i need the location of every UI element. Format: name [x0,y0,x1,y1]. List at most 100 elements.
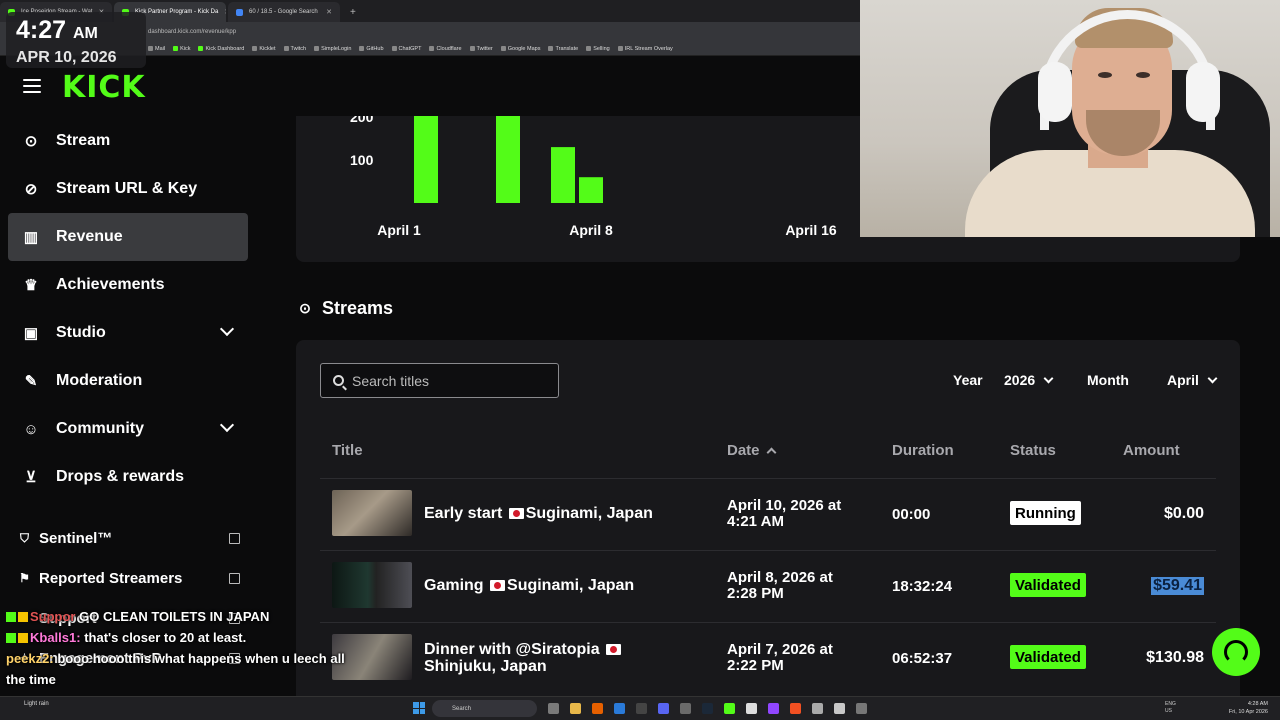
people-icon: ☺ [23,420,39,438]
month-value: April [1167,372,1199,388]
stream-clock-overlay: 4:27 AM APR 10, 2026 [6,12,146,68]
sidebar-item-stream-url-key[interactable]: ⊘ Stream URL & Key [8,165,248,213]
taskbar-clock[interactable]: 4:28 AM Fri, 10 Apr 2026 [1229,700,1268,716]
calculator-icon[interactable] [834,703,845,714]
settings-icon[interactable] [856,703,867,714]
y-tick-label: 100 [350,152,374,168]
sidebar-link-sentinel[interactable]: ⛉ Sentinel™ [18,525,248,551]
sidebar-item-drops-rewards[interactable]: ⊻ Drops & rewards [8,453,248,501]
bookmark[interactable]: Kick Dashboard [198,46,244,52]
stream-date: April 10, 2026 at 4:21 AM [727,497,842,530]
language-indicator[interactable]: ENG US [1165,701,1176,715]
hamburger-menu-icon[interactable] [23,79,41,93]
stream-title[interactable]: Gaming Suginami, Japan [424,577,634,594]
sidebar-item-label: Stream URL & Key [56,180,198,197]
stream-date: April 8, 2026 at 2:28 PM [727,569,833,602]
app-icon[interactable] [790,703,801,714]
bookmark[interactable]: Kick [173,46,190,52]
steam-icon[interactable] [702,703,713,714]
chevron-down-icon[interactable] [219,321,235,337]
bookmark[interactable]: Google Maps [500,46,540,52]
sidebar-item-community[interactable]: ☺ Community [8,405,248,453]
status-badge: Running [1010,501,1081,525]
month-filter-select[interactable]: April [1167,372,1218,388]
stream-thumbnail[interactable] [332,562,412,608]
close-icon[interactable]: ✕ [224,8,226,16]
sidebar-item-moderation[interactable]: ✎ Moderation [8,357,248,405]
weather-widget[interactable]: Light rain [24,701,49,708]
stream-amount-selected: $59.41 [1151,577,1204,595]
bookmark[interactable]: SimpleLogin [314,46,351,52]
sidebar-item-studio[interactable]: ▣ Studio [8,309,248,357]
y-tick-label: 200 [350,116,374,125]
bookmark[interactable]: Mail [148,46,165,52]
bookmark[interactable]: Selling [586,46,610,52]
firefox-icon[interactable] [592,703,603,714]
chart-bar[interactable] [551,147,575,203]
task-view-icon[interactable] [548,703,559,714]
bookmark[interactable]: Kicklet [252,46,276,52]
terminal-icon[interactable] [636,703,647,714]
stream-title[interactable]: Dinner with @Siratopia Shinjuku, Japan [424,641,623,675]
close-icon[interactable]: ✕ [326,8,332,16]
sidebar-item-revenue[interactable]: ▥ Revenue [8,213,248,261]
column-header-duration[interactable]: Duration [892,442,954,459]
chevron-down-icon[interactable] [219,417,235,433]
kick-logo[interactable]: KICK [62,70,146,105]
sidebar-item-label: Drops & rewards [56,468,185,485]
bookmark[interactable]: GitHub [359,46,384,52]
table-row[interactable]: Gaming Suginami, Japan April 8, 2026 at 2… [296,552,1240,624]
sidebar-link-reported-streamers[interactable]: ⚑ Reported Streamers [18,565,248,591]
support-chat-button[interactable] [1212,628,1260,676]
webcam-overlay [860,0,1280,237]
discord-icon[interactable] [658,703,669,714]
clock-time: 4:27 [16,16,67,44]
kick-app-icon[interactable] [724,703,735,714]
notepad-icon[interactable] [812,703,823,714]
table-row[interactable]: Early start Suginami, Japan April 10, 20… [296,480,1240,552]
column-header-date[interactable]: Date [727,442,776,459]
table-row[interactable]: Dinner with @Siratopia Shinjuku, Japan A… [296,624,1240,696]
column-header-amount[interactable]: Amount [1123,442,1180,459]
stream-title[interactable]: Early start Suginami, Japan [424,505,653,522]
new-tab-button[interactable]: + [342,2,364,22]
chart-bar[interactable] [496,116,520,203]
chat-text: that's closer to 20 at least. [84,630,247,645]
bookmark[interactable]: Twitch [283,46,306,52]
sidebar-item-achievements[interactable]: ♛ Achievements [8,261,248,309]
stream-duration: 00:00 [892,506,931,523]
chart-bar[interactable] [579,177,603,203]
japan-flag-icon [606,644,622,655]
year-filter-select[interactable]: 2026 [1004,372,1054,388]
bookmark[interactable]: ChatGPT [391,46,421,52]
vscode-icon[interactable] [614,703,625,714]
streams-card: Search titles Year 2026 Month April Titl… [296,340,1240,720]
bookmark[interactable]: Cloudflare [429,46,462,52]
bookmark[interactable]: Twitter [469,46,493,52]
bookmark[interactable]: IRL Stream Overlay [617,46,673,52]
windows-start-icon[interactable] [413,702,425,714]
chart-bar[interactable] [414,116,438,203]
headset-icon [1224,640,1248,664]
stream-thumbnail[interactable] [332,490,412,536]
bookmark[interactable]: Translate [548,46,578,52]
broadcast-icon: ⊙ [24,133,38,150]
sidebar-item-stream[interactable]: ⊙ Stream [8,117,248,165]
year-value: 2026 [1004,372,1036,388]
app-icon[interactable] [746,703,757,714]
file-explorer-icon[interactable] [570,703,581,714]
twitch-icon[interactable] [768,703,779,714]
taskbar-search[interactable]: Search [432,700,537,717]
sidebar-item-label: Studio [56,324,106,341]
column-header-title[interactable]: Title [332,442,363,459]
chat-message: peekz2: booo hooo this what happens when… [6,648,366,690]
github-icon[interactable] [680,703,691,714]
stream-amount: $130.98 [1146,649,1204,666]
tab-label: Kick Partner Program - Kick Da [135,9,219,15]
column-header-status[interactable]: Status [1010,442,1056,459]
link-icon: ⊘ [24,181,38,198]
search-input[interactable]: Search titles [320,363,559,398]
chat-text: GO CLEAN TOILETS IN JAPAN [79,609,270,624]
streams-heading: ⊙ Streams [296,298,393,319]
browser-tab[interactable]: 60 / 18.5 - Google Search ✕ [228,2,340,22]
